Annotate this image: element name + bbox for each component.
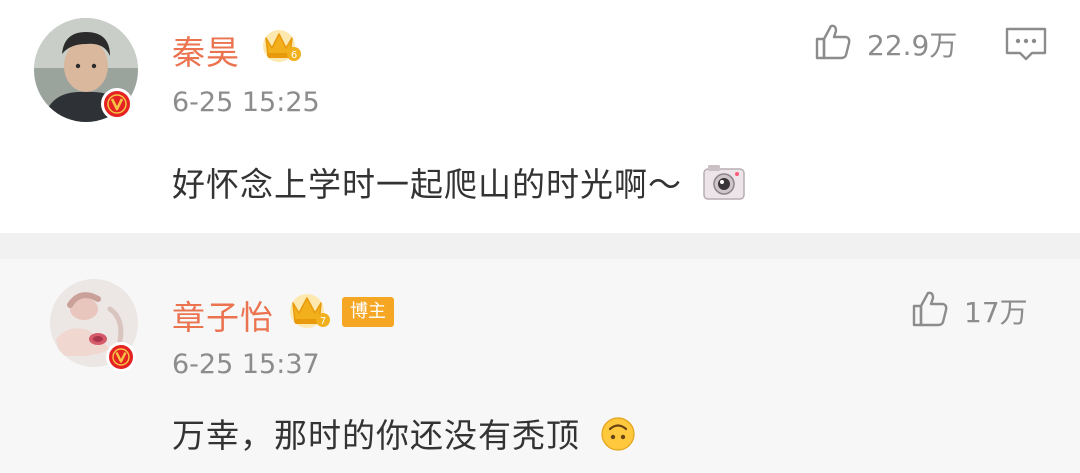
thumbs-up-icon <box>813 22 853 66</box>
divider <box>0 233 1080 259</box>
camera-emoji-icon <box>702 163 746 211</box>
username[interactable]: 章子怡 <box>172 291 274 339</box>
like-count: 22.9万 <box>867 29 958 62</box>
verified-badge-icon <box>101 88 133 120</box>
like-button[interactable]: 22.9万 <box>813 22 957 66</box>
comment-item: 秦昊 6 6-25 15:25 好怀念上学时一起爬山的时光啊～ 22.9万 <box>0 0 1080 233</box>
thumbs-up-icon <box>910 289 950 333</box>
comment-text: 万幸，那时的你还没有秃顶 <box>172 409 636 460</box>
crown-badge-icon: 7 <box>287 290 331 334</box>
comment-time: 6-25 15:37 <box>172 349 320 380</box>
comment-time: 6-25 15:25 <box>172 87 320 118</box>
blogger-tag: 博主 <box>342 297 394 327</box>
like-count: 17万 <box>964 296 1028 329</box>
svg-text:6: 6 <box>291 50 297 61</box>
comment-item: 章子怡 7 博主 6-25 15:37 万幸，那时的你还没有秃顶 17万 <box>0 259 1080 473</box>
verified-badge-icon <box>106 342 136 372</box>
comment-text-body: 好怀念上学时一起爬山的时光啊～ <box>172 165 682 204</box>
like-button[interactable]: 17万 <box>910 289 1028 333</box>
comment-icon[interactable] <box>1004 26 1048 66</box>
comment-text-body: 万幸，那时的你还没有秃顶 <box>172 416 580 455</box>
upside-down-face-emoji-icon <box>600 416 636 460</box>
svg-text:7: 7 <box>320 316 326 327</box>
username[interactable]: 秦昊 <box>172 26 240 74</box>
crown-badge-icon: 6 <box>260 26 302 68</box>
comment-text: 好怀念上学时一起爬山的时光啊～ <box>172 158 746 211</box>
